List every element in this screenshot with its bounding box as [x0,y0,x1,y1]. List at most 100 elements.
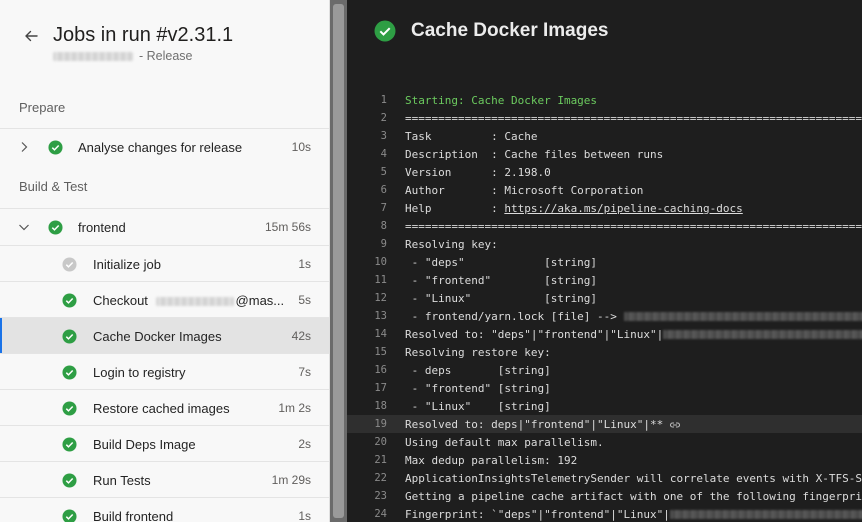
link-icon[interactable] [669,420,681,430]
line-text: Resolving restore key: [405,345,551,359]
step-build-deps-image[interactable]: Build Deps Image 2s [0,426,329,462]
step-cache-docker-images[interactable]: Cache Docker Images 42s [0,318,329,354]
line-number: 23 [374,490,387,502]
arrow-left-icon[interactable] [22,27,40,45]
line-text: ========================================… [405,219,862,233]
check-circle-icon [62,292,77,308]
step-build-frontend[interactable]: Build frontend 1s [0,498,329,522]
line-text: Description : Cache files between runs [405,147,664,161]
log-line: 21 Max dedup parallelism: 192 [347,451,862,469]
line-number: 18 [374,400,387,412]
job-frontend[interactable]: frontend 15m 56s [0,209,329,245]
line-number: 12 [374,292,387,304]
line-text: - "Linux" [string] [405,399,551,413]
log-line: 16 - deps [string] [347,361,862,379]
jobs-panel-scrollbar[interactable] [330,0,347,522]
line-text: - "frontend" [string] [405,273,598,287]
line-text-content: Resolved to: deps|"frontend"|"Linux"|** [405,417,664,431]
line-text: ========================================… [405,111,862,125]
task-title: Cache Docker Images [411,20,609,41]
line-number: 4 [380,148,387,160]
check-circle-icon [62,328,77,344]
check-circle-icon [48,219,63,235]
line-number: 3 [380,130,387,142]
step-duration: 1s [298,257,311,271]
step-checkout[interactable]: Checkout @mas... 5s [0,282,329,318]
step-label-suffix: @mas... [235,292,285,308]
job-label: frontend [78,219,126,235]
line-number: 7 [380,202,387,214]
scrollbar-thumb[interactable] [333,4,344,518]
subtitle-suffix: - Release [139,49,193,63]
help-prefix: Help : [405,201,505,215]
chevron-right-icon[interactable] [17,140,31,154]
page-title: Jobs in run #v2.31.1 [53,24,234,46]
log-line: 20 Using default max parallelism. [347,433,862,451]
line-text-content: - frontend/yarn.lock [file] --> [405,309,624,323]
line-text: Getting a pipeline cache artifact with o… [405,489,862,503]
line-number: 21 [374,454,387,466]
line-number: 9 [380,238,387,250]
line-number: 8 [380,220,387,232]
line-text: Task : Cache [405,129,538,143]
check-circle-icon [48,139,63,155]
line-number: 1 [380,94,387,106]
step-initialize-job[interactable]: Initialize job 1s [0,246,329,282]
step-label: Build Deps Image [93,436,196,452]
step-duration: 1s [298,509,311,522]
redacted-hash [623,312,862,321]
check-circle-icon [62,508,77,522]
step-duration: 42s [291,329,311,343]
line-number: 10 [374,256,387,268]
line-text: Max dedup parallelism: 192 [405,453,578,467]
log-line: 7 Help : https://aka.ms/pipeline-caching-… [347,199,862,217]
redacted-pipeline-name [53,51,133,61]
line-text-content: Fingerprint: `"deps"|"frontend"|"Linux"| [405,507,670,521]
step-restore-cached-images[interactable]: Restore cached images 1m 2s [0,390,329,426]
line-number: 13 [374,310,387,322]
step-run-tests[interactable]: Run Tests 1m 29s [0,462,329,498]
check-circle-icon [62,436,77,452]
step-label: Restore cached images [93,400,230,416]
line-text: Help : https://aka.ms/pipeline-caching-d… [405,202,743,215]
log-line: 4 Description : Cache files between runs [347,145,862,163]
step-login-to-registry[interactable]: Login to registry 7s [0,354,329,390]
line-text: Resolving key: [405,237,498,251]
line-number: 16 [374,364,387,376]
log-line: 12 - "Linux" [string] [347,289,862,307]
step-duration: 1m 2s [278,401,311,415]
redacted-hash [663,330,862,339]
help-link[interactable]: https://aka.ms/pipeline-caching-docs [504,202,742,215]
line-text: Author : Microsoft Corporation [405,183,644,197]
step-duration: 2s [298,437,311,451]
section-build-test: Build & Test [19,179,88,194]
step-label: Initialize job [93,256,161,272]
line-text: Using default max parallelism. [405,435,604,449]
step-label: Checkout @mas... [93,293,284,308]
line-number: 6 [380,184,387,196]
line-text: Resolved to: "deps"|"frontend"|"Linux"| [405,328,862,341]
log-line-highlighted[interactable]: 19 Resolved to: deps|"frontend"|"Linux"|*… [347,415,862,433]
log-line: 18 - "Linux" [string] [347,397,862,415]
chevron-down-icon[interactable] [17,220,31,234]
log-line: 10 - "deps" [string] [347,253,862,271]
log-line: 9 Resolving key: [347,235,862,253]
line-number: 22 [374,472,387,484]
line-text: - "Linux" [string] [405,291,598,305]
log-line: 15 Resolving restore key: [347,343,862,361]
job-duration: 15m 56s [264,220,311,234]
line-number: 5 [380,166,387,178]
step-duration: 5s [298,293,311,307]
line-text: Resolved to: deps|"frontend"|"Linux"|** [405,418,681,431]
check-circle-icon [62,364,77,380]
line-text: - "frontend" [string] [405,381,551,395]
job-analyse-changes[interactable]: Analyse changes for release 10s [0,129,329,165]
line-number: 24 [374,508,387,520]
log-panel: Cache Docker Images 1 Starting: Cache Doc… [347,0,862,522]
line-text: - deps [string] [405,363,551,377]
log-line: 2 =======================================… [347,109,862,127]
check-circle-icon [374,20,396,42]
line-number: 20 [374,436,387,448]
line-number: 19 [374,418,387,430]
log-output: 1 Starting: Cache Docker Images 2 ========… [347,91,862,522]
